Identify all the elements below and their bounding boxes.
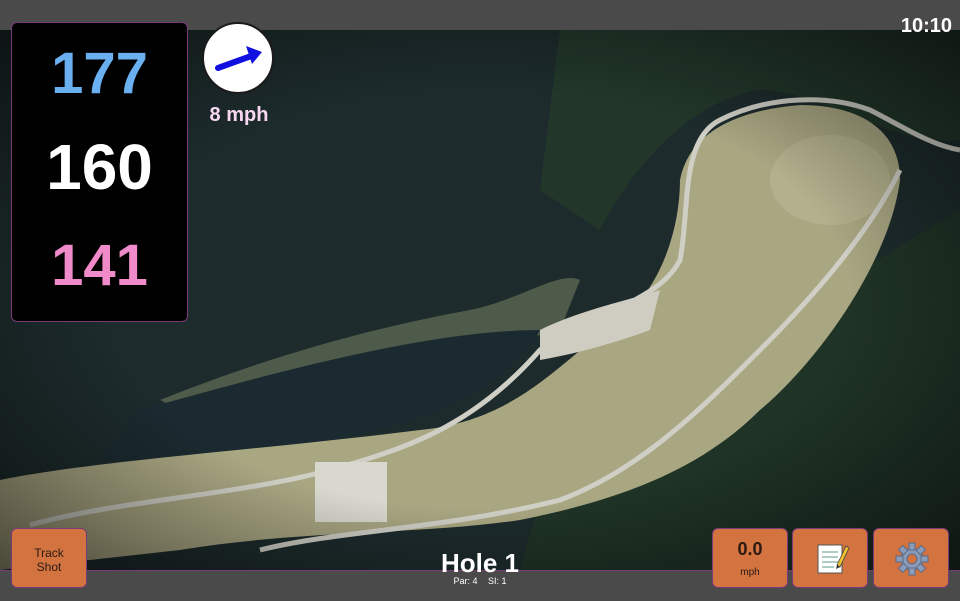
center-yardage: 160: [46, 131, 153, 203]
wind-direction-indicator: [202, 22, 274, 94]
gear-icon: [895, 542, 929, 576]
settings-button[interactable]: [873, 528, 949, 588]
wind-speed: 8 mph: [209, 104, 269, 126]
notepad-icon: [817, 544, 850, 574]
wind-arrow-icon: [215, 46, 262, 71]
track-shot-button[interactable]: Track Shot: [11, 528, 87, 588]
track-shot-label-line1: Track: [34, 546, 64, 560]
hole-title: Hole 1: [440, 548, 520, 578]
speed-unit: mph: [740, 567, 760, 578]
scorecard-notes-button[interactable]: [792, 528, 868, 588]
speed-value: 0.0: [737, 539, 763, 559]
front-yardage: 141: [51, 233, 148, 298]
speed-button[interactable]: 0.0 mph: [712, 528, 788, 588]
clock-time: 10:10: [900, 15, 952, 37]
track-shot-label-line2: Shot: [36, 560, 62, 574]
hole-par: Par: 4: [453, 576, 478, 586]
hole-info: Par: 4 SI: 1: [380, 576, 580, 586]
hole-stroke-index: SI: 1: [488, 576, 507, 586]
yardage-panel: 177 160 141: [11, 22, 188, 322]
back-yardage: 177: [51, 41, 148, 106]
